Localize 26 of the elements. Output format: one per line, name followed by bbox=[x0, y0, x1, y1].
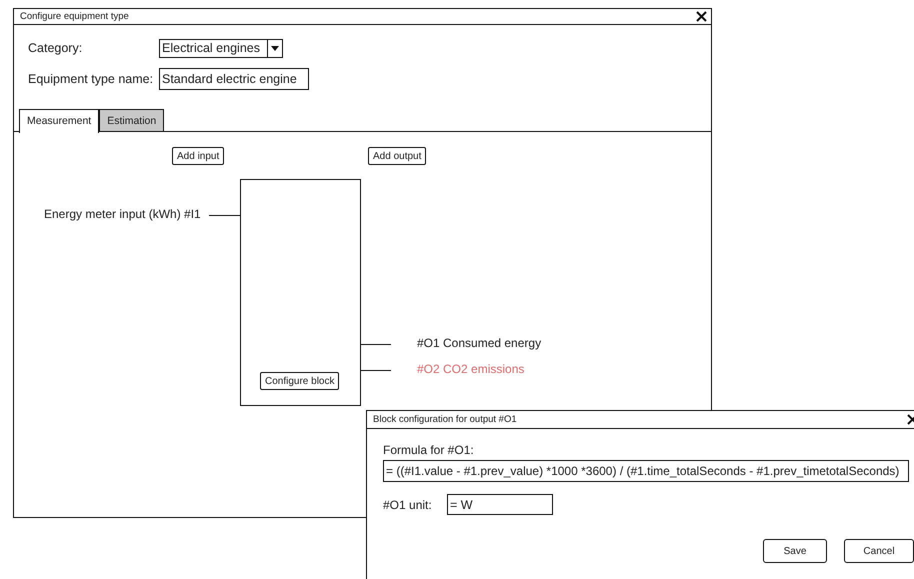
configure-block-button[interactable]: Configure block bbox=[260, 372, 340, 390]
unit-field[interactable]: = W bbox=[447, 494, 553, 515]
output-label: #O1 Consumed energy bbox=[417, 336, 542, 350]
output-label: #O2 CO2 emissions bbox=[417, 362, 524, 376]
formula-label: Formula for #O1: bbox=[383, 443, 475, 457]
tab[interactable]: Estimation bbox=[99, 109, 164, 131]
connector-line bbox=[360, 370, 391, 371]
window-title: Configure equipment type bbox=[20, 11, 129, 22]
tab[interactable]: Measurement bbox=[19, 108, 100, 132]
formula-field[interactable]: = ((#I1.value - #1.prev_value) *1000 *3600) / (#1.time_totalSeconds - #1.prev_timetotalSeconds) bbox=[383, 460, 909, 482]
equipment-name-label: Equipment type name: bbox=[28, 72, 154, 86]
unit-label: #O1 unit: bbox=[383, 498, 433, 512]
caret-icon bbox=[267, 39, 282, 57]
dialog-button[interactable]: Cancel bbox=[844, 539, 914, 563]
connector-line bbox=[209, 215, 240, 216]
add-output-button[interactable]: Add output bbox=[368, 147, 426, 165]
connector-line bbox=[360, 344, 391, 345]
equipment-name-field[interactable]: Standard electric engine bbox=[159, 68, 309, 90]
input-label: Energy meter input (kWh) #I1 bbox=[44, 207, 201, 221]
close-icon[interactable] bbox=[907, 414, 914, 425]
category-dropdown[interactable]: Electrical engines bbox=[159, 38, 283, 58]
dialog-button[interactable]: Save bbox=[763, 539, 827, 563]
close-icon[interactable] bbox=[696, 11, 707, 22]
category-label: Category: bbox=[28, 41, 84, 55]
add-input-button[interactable]: Add input bbox=[172, 147, 224, 165]
dialog-title: Block configuration for output #O1 bbox=[373, 414, 517, 425]
